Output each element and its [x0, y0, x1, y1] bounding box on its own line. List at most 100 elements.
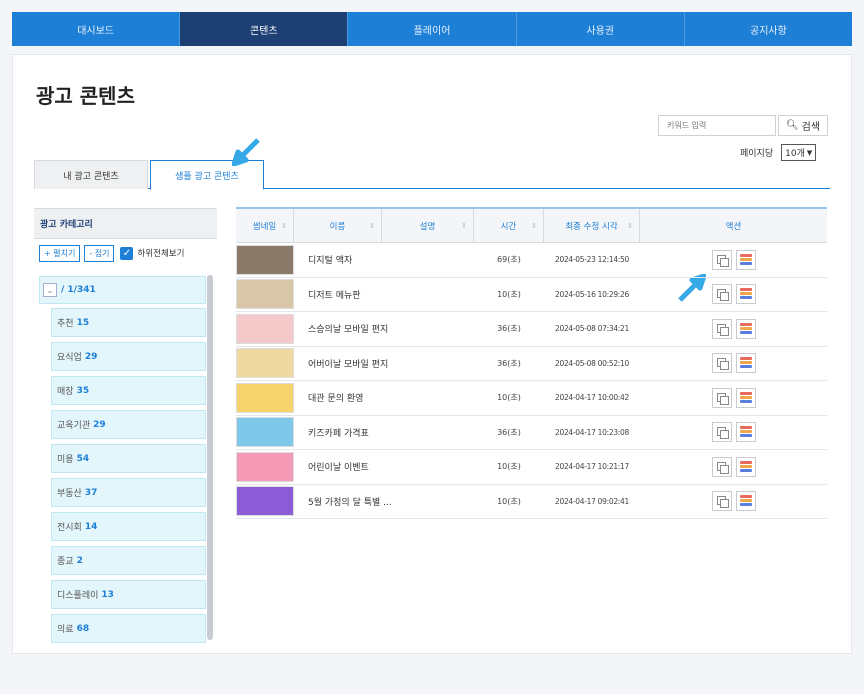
category-item[interactable]: 종교 2: [51, 546, 206, 575]
sidebar-scrollbar[interactable]: [207, 275, 213, 640]
category-item[interactable]: 디스플레이 13: [51, 580, 206, 609]
category-count: 35: [76, 385, 90, 396]
category-item[interactable]: 요식업 29: [51, 342, 206, 371]
search-button-label: 검색: [801, 122, 821, 133]
per-page-select[interactable]: 10개 ▼: [781, 144, 817, 161]
nav-item-player[interactable]: 플레이어: [348, 12, 517, 46]
category-item[interactable]: 부동산 37: [51, 478, 206, 507]
row-actions: [640, 456, 827, 477]
per-page-label: 페이지당: [740, 149, 774, 159]
content-name: 디저트 메뉴판: [308, 290, 361, 301]
stack-icon: [739, 460, 752, 473]
thumbnail-fill: [236, 451, 294, 482]
stack-button[interactable]: [735, 284, 756, 305]
category-item[interactable]: 교육기관 29: [51, 410, 206, 439]
copy-button[interactable]: [711, 387, 732, 408]
nav-item-dashboard[interactable]: 대시보드: [12, 12, 181, 46]
search-button[interactable]: 🔍︎ 검색: [778, 115, 828, 136]
content-name: 5월 가정의 달 특별 ...: [308, 497, 392, 508]
copy-button[interactable]: [711, 318, 732, 339]
row-actions: [640, 387, 827, 408]
category-count: 2: [76, 555, 83, 566]
category-count: 68: [76, 623, 90, 634]
content-time: 10(초): [497, 496, 521, 506]
table-header: 썸네일 ⇕ 이름 ⇕ 설명 ⇕ 시간 ⇕ 최종 수정 시각 ⇕ 액션: [236, 207, 827, 243]
content-name: 스승의날 모바일 편지: [308, 325, 389, 336]
stack-button[interactable]: [735, 353, 756, 374]
show-all-checkbox[interactable]: ✓: [120, 246, 134, 260]
search-input[interactable]: [658, 115, 776, 136]
stack-button[interactable]: [735, 387, 756, 408]
tree-root-label: / 1/341: [61, 285, 96, 295]
stack-button[interactable]: [735, 422, 756, 443]
table-row[interactable]: 대관 문의 환영 10(초) 2024-04-17 10:00:42: [236, 381, 827, 416]
nav-item-license[interactable]: 사용권: [517, 12, 685, 46]
table-row[interactable]: 스승의날 모바일 편지 36(초) 2024-05-08 07:34:21: [236, 312, 827, 347]
header-label: 이름: [329, 221, 346, 232]
stack-button[interactable]: [735, 491, 756, 512]
column-header-description[interactable]: 설명 ⇕: [382, 209, 474, 242]
sort-icon: ⇕: [369, 221, 375, 230]
row-actions: [640, 318, 827, 339]
chevron-down-icon[interactable]: ⌄: [43, 283, 57, 297]
category-item[interactable]: 전시회 14: [51, 512, 206, 541]
stack-button[interactable]: [735, 318, 756, 339]
copy-icon: [716, 496, 729, 509]
copy-button[interactable]: [711, 491, 732, 512]
stack-icon: [739, 322, 752, 335]
chevron-down-icon: ▼: [806, 148, 813, 157]
thumbnail-image: [236, 313, 294, 344]
expand-all-button[interactable]: + 펼치기: [39, 244, 81, 262]
column-header-thumbnail[interactable]: 썸네일 ⇕: [236, 209, 294, 242]
column-header-action: 액션: [640, 209, 827, 242]
tab-my-ad-content[interactable]: 내 광고 콘텐츠: [34, 160, 148, 189]
thumbnail-image: [236, 348, 294, 379]
content-modified: 2024-05-08 00:52:10: [555, 358, 629, 368]
thumbnail-fill: [236, 244, 294, 275]
stack-button[interactable]: [735, 456, 756, 477]
stack-icon: [739, 253, 752, 266]
table-row[interactable]: 디저트 메뉴판 10(초) 2024-05-16 10:29:26: [236, 278, 827, 312]
category-item[interactable]: 의료 68: [51, 614, 206, 643]
thumbnail-image: [236, 279, 294, 310]
category-count: 54: [76, 453, 90, 464]
table-row[interactable]: 어린이날 이벤트 10(초) 2024-04-17 10:21:17: [236, 450, 827, 485]
content-name: 어버이날 모바일 편지: [308, 359, 389, 370]
copy-icon: [716, 427, 729, 440]
nav-item-content[interactable]: 콘텐츠: [180, 12, 349, 46]
thumbnail-fill: [236, 279, 294, 310]
content-time: 10(초): [497, 289, 521, 299]
nav-item-notice[interactable]: 공지사항: [685, 12, 852, 46]
copy-button[interactable]: [711, 284, 732, 305]
category-count: 37: [84, 487, 98, 498]
collapse-all-button[interactable]: - 접기: [84, 244, 115, 262]
table-row[interactable]: 5월 가정의 달 특별 ... 10(초) 2024-04-17 09:02:41: [236, 485, 827, 519]
copy-button[interactable]: [711, 422, 732, 443]
stack-button[interactable]: [735, 249, 756, 270]
table-row[interactable]: 어버이날 모바일 편지 36(초) 2024-05-08 00:52:10: [236, 347, 827, 381]
table-row[interactable]: 키즈카페 가격표 36(초) 2024-04-17 10:23:08: [236, 416, 827, 450]
tree-root[interactable]: ⌄ / 1/341: [39, 276, 206, 304]
column-header-modified[interactable]: 최종 수정 시각 ⇕: [544, 209, 640, 242]
content-time: 36(초): [497, 358, 521, 368]
content-name: 디지털 액자: [308, 256, 353, 267]
sort-icon: ⇕: [531, 221, 537, 230]
content-name: 키즈카페 가격표: [308, 428, 369, 439]
header-label: 액션: [725, 221, 742, 232]
copy-button[interactable]: [711, 456, 732, 477]
table-row[interactable]: 디지털 액자 69(초) 2024-05-23 12:14:50: [236, 243, 827, 278]
copy-icon: [716, 461, 729, 474]
category-item[interactable]: 미용 54: [51, 444, 206, 473]
copy-button[interactable]: [711, 249, 732, 270]
tab-bar: 내 광고 콘텐츠 샘플 광고 콘텐츠: [34, 160, 830, 190]
column-header-name[interactable]: 이름 ⇕: [294, 209, 382, 242]
copy-button[interactable]: [711, 353, 732, 374]
row-actions: [640, 422, 827, 443]
category-item[interactable]: 추천 15: [51, 308, 206, 337]
content-modified: 2024-05-23 12:14:50: [555, 255, 629, 265]
category-item[interactable]: 매장 35: [51, 376, 206, 405]
content-name: 어린이날 이벤트: [308, 463, 369, 474]
thumbnail-image: [236, 382, 294, 413]
column-header-time[interactable]: 시간 ⇕: [474, 209, 544, 242]
thumbnail-fill: [236, 348, 294, 379]
